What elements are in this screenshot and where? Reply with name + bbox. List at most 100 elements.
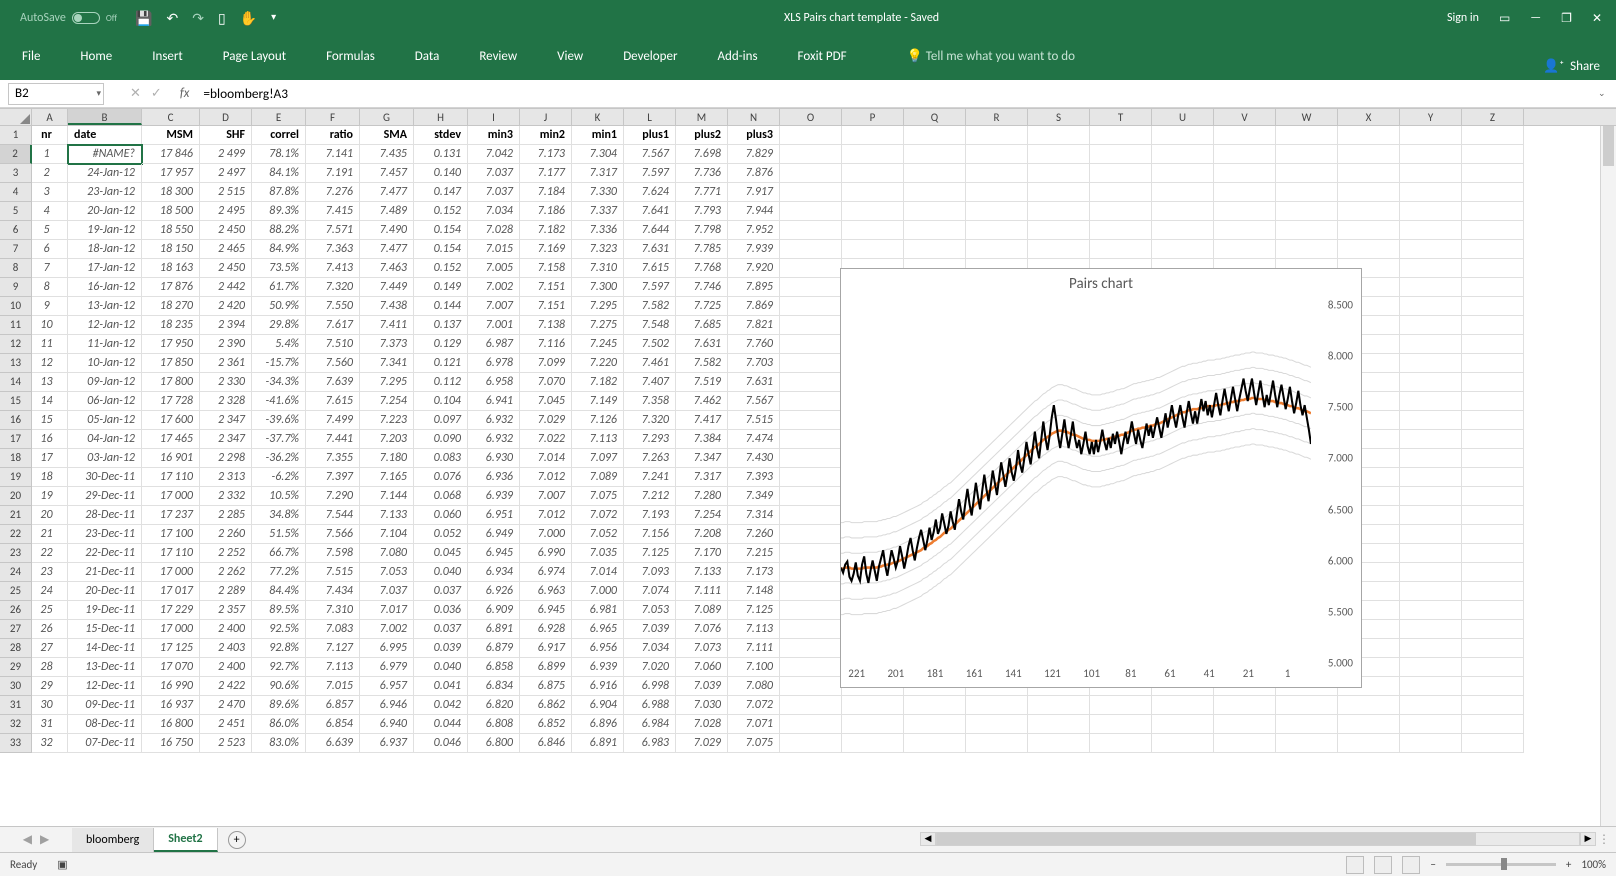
cell[interactable]: 6.909 — [468, 601, 520, 620]
cell[interactable]: 7.413 — [306, 259, 360, 278]
cell[interactable]: 7.441 — [306, 430, 360, 449]
cell[interactable]: 6.904 — [572, 696, 624, 715]
cell[interactable]: 6.981 — [572, 601, 624, 620]
cell[interactable]: 6.834 — [468, 677, 520, 696]
cell[interactable]: 31 — [32, 715, 68, 734]
cell[interactable]: 0.149 — [414, 278, 468, 297]
cell[interactable]: 20 — [32, 506, 68, 525]
cell[interactable]: 16 937 — [142, 696, 200, 715]
cell[interactable]: 7.116 — [520, 335, 572, 354]
cell[interactable]: 7.133 — [676, 563, 728, 582]
cell[interactable]: 6.937 — [360, 734, 414, 753]
cell[interactable]: 0.044 — [414, 715, 468, 734]
cell[interactable]: 7.641 — [624, 202, 676, 221]
cell[interactable]: 17 100 — [142, 525, 200, 544]
cell[interactable]: 18 — [32, 468, 68, 487]
cell[interactable]: -41.6% — [252, 392, 306, 411]
cell[interactable]: 19-Dec-11 — [68, 601, 142, 620]
cell[interactable]: 10 — [32, 316, 68, 335]
col-header[interactable]: Y — [1400, 109, 1462, 125]
cell[interactable]: 7.028 — [468, 221, 520, 240]
cell[interactable]: 7.263 — [624, 449, 676, 468]
cell[interactable]: 4 — [32, 202, 68, 221]
cell[interactable]: 20-Jan-12 — [68, 202, 142, 221]
cell[interactable]: 7.076 — [676, 620, 728, 639]
cell[interactable]: 13 — [32, 373, 68, 392]
cell[interactable]: 12-Dec-11 — [68, 677, 142, 696]
cell[interactable]: 7.462 — [676, 392, 728, 411]
cell[interactable]: 7.631 — [676, 335, 728, 354]
cell[interactable]: 17 728 — [142, 392, 200, 411]
cell[interactable]: 7.158 — [520, 259, 572, 278]
minimize-icon[interactable]: — — [1530, 11, 1541, 25]
cell[interactable]: 7.597 — [624, 278, 676, 297]
cell[interactable]: 17 110 — [142, 468, 200, 487]
cell[interactable]: 08-Dec-11 — [68, 715, 142, 734]
cell[interactable]: 0.154 — [414, 240, 468, 259]
cell[interactable]: 0.039 — [414, 639, 468, 658]
cell[interactable]: 34.8% — [252, 506, 306, 525]
cell[interactable]: 24 — [32, 582, 68, 601]
cell[interactable]: 0.037 — [414, 582, 468, 601]
cell[interactable]: 7.461 — [624, 354, 676, 373]
cell[interactable]: 0.090 — [414, 430, 468, 449]
column-header-cell[interactable]: stdev — [414, 126, 468, 145]
cell[interactable]: 0.144 — [414, 297, 468, 316]
cell[interactable]: 6.936 — [468, 468, 520, 487]
cell[interactable]: 7.323 — [572, 240, 624, 259]
cell[interactable]: 7.111 — [676, 582, 728, 601]
cell[interactable]: 7.363 — [306, 240, 360, 259]
enter-formula-icon[interactable]: ✓ — [151, 86, 162, 101]
cell[interactable]: 7.180 — [360, 449, 414, 468]
cell[interactable]: 7.083 — [306, 620, 360, 639]
cell[interactable]: 16-Jan-12 — [68, 278, 142, 297]
cell[interactable]: 2 330 — [200, 373, 252, 392]
col-header[interactable]: I — [468, 109, 520, 125]
cell[interactable]: 7.138 — [520, 316, 572, 335]
cell[interactable]: 7.133 — [360, 506, 414, 525]
cell[interactable]: 7.515 — [306, 563, 360, 582]
cell[interactable]: 0.147 — [414, 183, 468, 202]
cell[interactable]: 0.036 — [414, 601, 468, 620]
cell[interactable]: 2 400 — [200, 658, 252, 677]
cell[interactable]: 2 289 — [200, 582, 252, 601]
cell[interactable]: 7.125 — [624, 544, 676, 563]
cell[interactable]: 7.182 — [520, 221, 572, 240]
cell[interactable]: 11 — [32, 335, 68, 354]
tab-addins[interactable]: Add-ins — [713, 49, 761, 74]
cell[interactable]: 6.852 — [520, 715, 572, 734]
cell[interactable]: 7.373 — [360, 335, 414, 354]
tab-view[interactable]: View — [553, 49, 587, 74]
cell[interactable]: 2 451 — [200, 715, 252, 734]
cell[interactable]: 30 — [32, 696, 68, 715]
cell[interactable]: 23 — [32, 563, 68, 582]
tab-data[interactable]: Data — [411, 49, 444, 74]
cell[interactable]: 7.014 — [572, 563, 624, 582]
cell[interactable]: 21 — [32, 525, 68, 544]
cell[interactable]: 7.030 — [676, 696, 728, 715]
cell[interactable]: 23-Dec-11 — [68, 525, 142, 544]
cell[interactable]: 06-Jan-12 — [68, 392, 142, 411]
cell[interactable]: 89.5% — [252, 601, 306, 620]
col-header[interactable]: O — [780, 109, 842, 125]
tab-formulas[interactable]: Formulas — [322, 49, 379, 74]
cell[interactable]: 17 000 — [142, 487, 200, 506]
cell[interactable]: 6.930 — [468, 449, 520, 468]
cell[interactable]: 7.895 — [728, 278, 780, 297]
cell[interactable]: 7.212 — [624, 487, 676, 506]
macro-record-icon[interactable]: ▣ — [57, 858, 67, 871]
tab-developer[interactable]: Developer — [619, 49, 681, 74]
cell[interactable]: 7.349 — [728, 487, 780, 506]
select-all-corner[interactable] — [0, 109, 32, 125]
cell[interactable]: 66.7% — [252, 544, 306, 563]
cell[interactable]: 17 000 — [142, 563, 200, 582]
cell[interactable]: 7.173 — [728, 563, 780, 582]
cell[interactable]: 17 600 — [142, 411, 200, 430]
cell[interactable]: 7.477 — [360, 183, 414, 202]
cell[interactable]: 7.075 — [572, 487, 624, 506]
cell[interactable]: 16 750 — [142, 734, 200, 753]
cell[interactable]: 0.045 — [414, 544, 468, 563]
zoom-in-icon[interactable]: + — [1566, 858, 1571, 871]
cell[interactable]: 84.9% — [252, 240, 306, 259]
cell[interactable]: 6.956 — [572, 639, 624, 658]
